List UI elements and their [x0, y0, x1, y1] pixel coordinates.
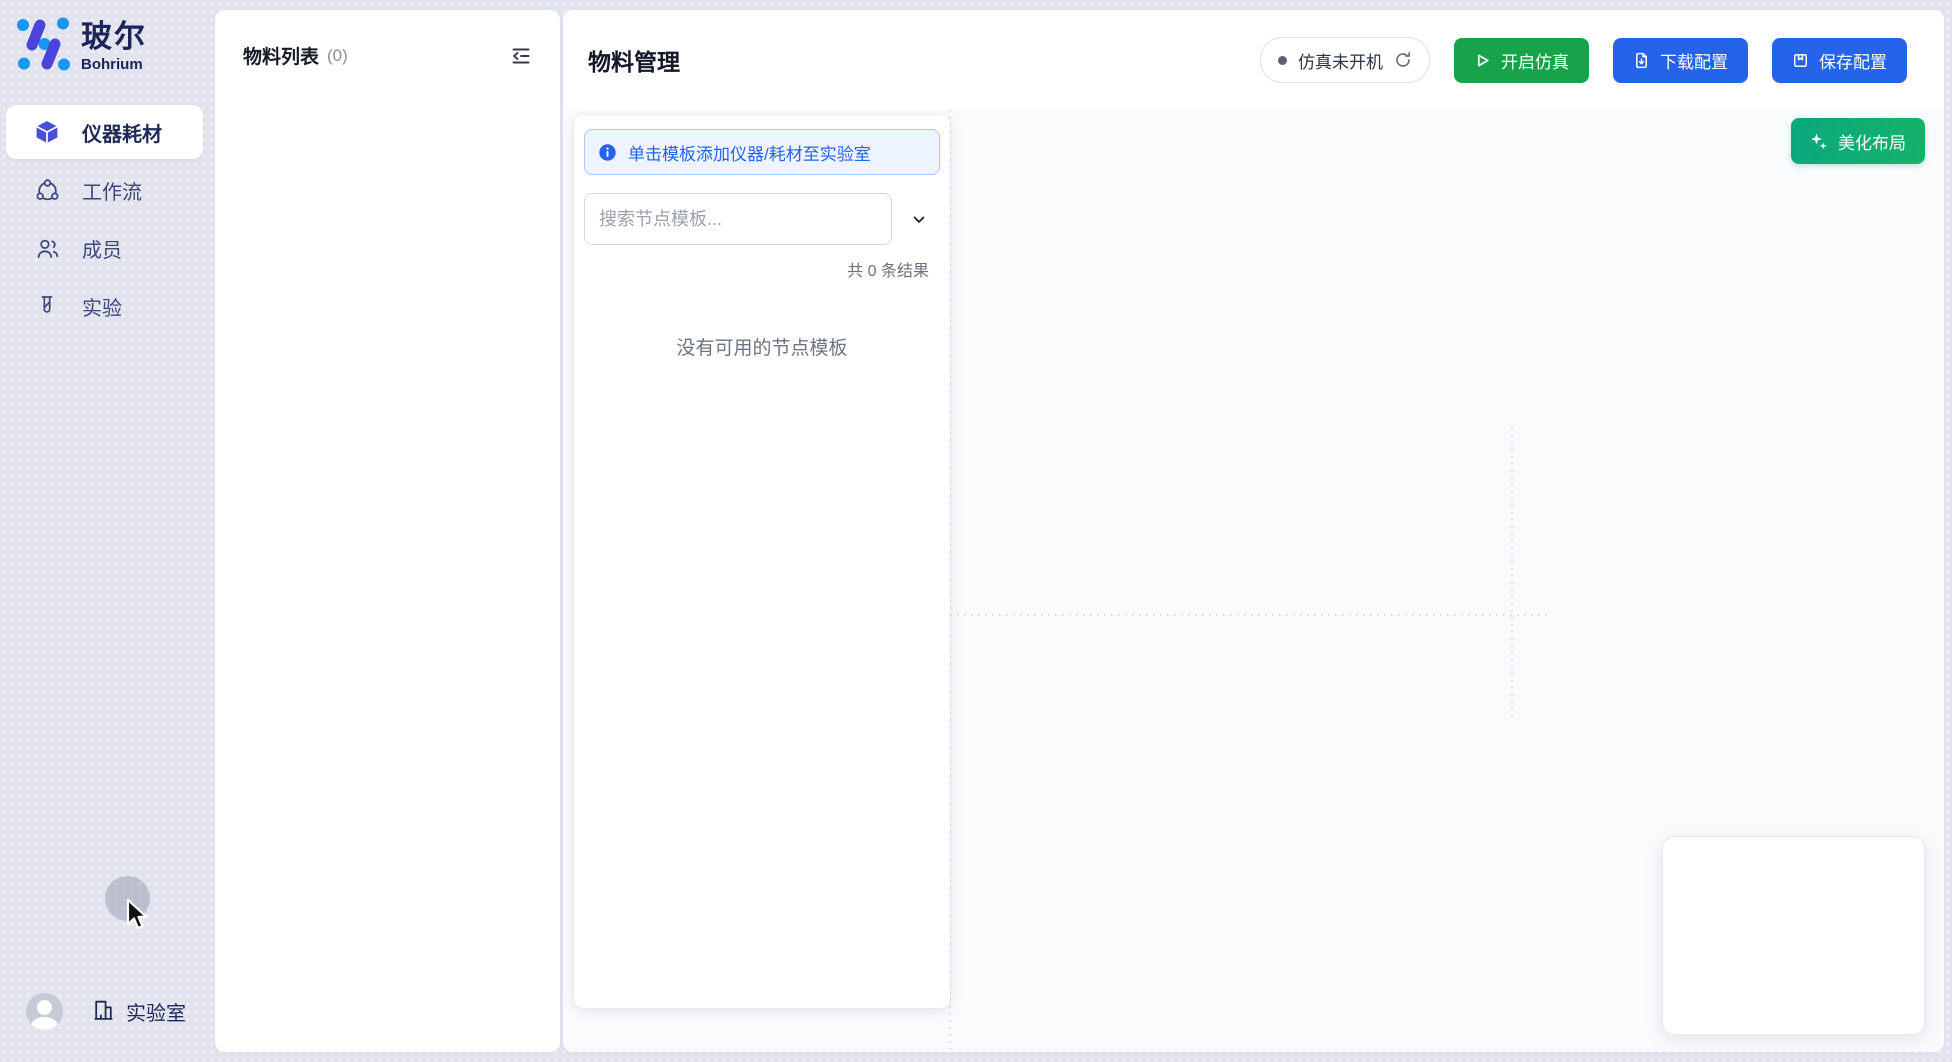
- sidebar-item-label: 仪器耗材: [82, 118, 162, 147]
- sidebar-item-workflow[interactable]: 工作流: [6, 163, 203, 217]
- save-icon: [1792, 52, 1809, 69]
- members-icon: [34, 235, 60, 261]
- main-card: 物料管理 仿真未开机 开启仿真: [563, 10, 1944, 1052]
- sidebar-item-experiments[interactable]: 实验: [6, 279, 203, 333]
- save-config-button[interactable]: 保存配置: [1772, 38, 1907, 83]
- sidebar-item-label: 实验: [82, 292, 122, 321]
- node-template-panel: 单击模板添加仪器/耗材至实验室 共 0 条结果 没有可用的节点模板: [574, 115, 950, 1008]
- material-list-panel: 物料列表 (0): [215, 10, 560, 1052]
- sidebar-item-label: 成员: [82, 234, 122, 263]
- sidebar-item-instruments[interactable]: 仪器耗材: [6, 105, 203, 159]
- hint-banner: 单击模板添加仪器/耗材至实验室: [584, 129, 940, 175]
- menu-fold-icon[interactable]: [508, 43, 534, 69]
- mouse-cursor: [124, 898, 150, 937]
- status-dot: [1278, 56, 1287, 65]
- workflow-icon: [34, 177, 60, 203]
- result-count: 共 0 条结果: [574, 257, 929, 281]
- beautify-layout-button[interactable]: 美化布局: [1791, 118, 1925, 164]
- canvas-minimap[interactable]: [1662, 836, 1925, 1035]
- empty-state-text: 没有可用的节点模板: [574, 333, 950, 360]
- canvas-guide-vertical: [1511, 428, 1513, 721]
- sparkles-icon: [1810, 132, 1828, 150]
- sidebar-item-label: 工作流: [82, 176, 142, 205]
- hint-banner-text: 单击模板添加仪器/耗材至实验室: [628, 140, 871, 165]
- status-label: 仿真未开机: [1298, 48, 1383, 73]
- user-avatar[interactable]: [26, 993, 63, 1030]
- simulation-status-pill: 仿真未开机: [1260, 37, 1430, 83]
- page-title: 物料管理: [588, 43, 680, 77]
- sidebar-item-laboratory[interactable]: 实验室: [91, 997, 186, 1027]
- cube-icon: [34, 119, 60, 145]
- sidebar-nav: 仪器耗材 工作流 成员: [6, 105, 203, 333]
- start-simulation-button[interactable]: 开启仿真: [1454, 38, 1589, 83]
- search-input[interactable]: [584, 193, 892, 245]
- chevron-down-icon[interactable]: [905, 205, 933, 233]
- flow-canvas[interactable]: 单击模板添加仪器/耗材至实验室 共 0 条结果 没有可用的节点模板: [563, 110, 1944, 1052]
- experiment-icon: [34, 293, 60, 319]
- refresh-icon[interactable]: [1394, 51, 1412, 69]
- material-list-count: (0): [327, 46, 348, 66]
- brand-name: 玻尔: [81, 19, 147, 55]
- brand-logo: 玻尔 Bohrium: [16, 17, 147, 76]
- main-header: 物料管理 仿真未开机 开启仿真: [563, 10, 1944, 110]
- bohrium-logo-icon: [16, 17, 70, 76]
- play-icon: [1474, 52, 1491, 69]
- info-icon: [598, 143, 617, 162]
- laboratory-label: 实验室: [126, 997, 186, 1026]
- building-icon: [91, 997, 116, 1027]
- canvas-guide-horizontal: [950, 614, 1548, 616]
- material-list-title: 物料列表: [243, 42, 319, 69]
- sidebar-item-members[interactable]: 成员: [6, 221, 203, 275]
- brand-subname: Bohrium: [81, 56, 147, 73]
- download-icon: [1633, 52, 1650, 69]
- download-config-button[interactable]: 下载配置: [1613, 38, 1748, 83]
